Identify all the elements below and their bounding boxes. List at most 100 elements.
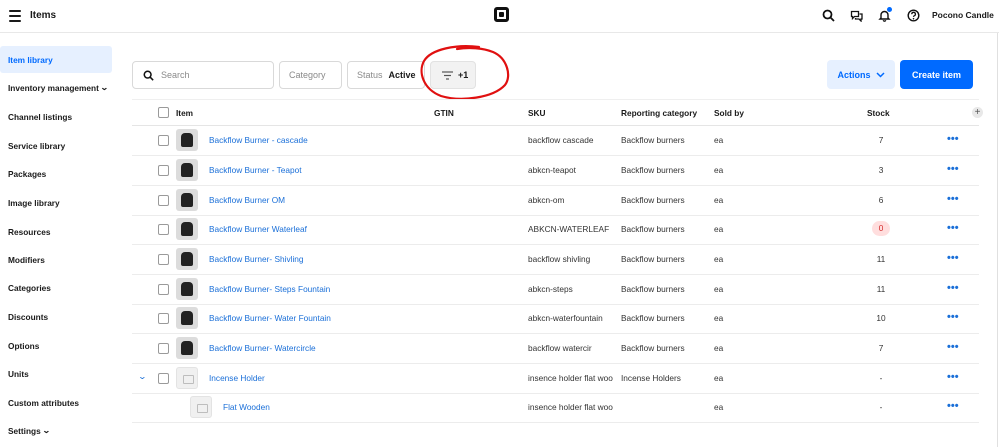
chevron-down-icon[interactable]: ⌄	[138, 372, 147, 381]
sidebar-item-item-library[interactable]: Item library	[0, 46, 112, 73]
search-icon[interactable]	[822, 9, 835, 22]
select-all-checkbox[interactable]	[158, 107, 169, 118]
more-options-icon[interactable]: •••	[947, 371, 959, 383]
sidebar-item-units[interactable]: Units	[0, 360, 112, 387]
sold-by-cell: ea	[714, 224, 724, 234]
chat-icon[interactable]	[850, 9, 863, 22]
more-options-icon[interactable]: •••	[947, 341, 959, 353]
sku-cell: insence holder flat woo	[528, 402, 613, 412]
row-checkbox[interactable]	[158, 195, 169, 206]
sold-by-cell: ea	[714, 402, 724, 412]
category-filter-label: Category	[289, 70, 326, 80]
table-row[interactable]: ⌄ Incense Holder insence holder flat woo In…	[132, 364, 979, 394]
item-name-link[interactable]: Backflow Burner - cascade	[209, 135, 419, 145]
add-column-icon[interactable]: +	[972, 107, 983, 118]
help-icon[interactable]	[907, 9, 920, 22]
sidebar-item-discounts[interactable]: Discounts	[0, 303, 112, 330]
item-name-link[interactable]: Flat Wooden	[223, 402, 433, 412]
sold-by-cell: ea	[714, 165, 724, 175]
sold-by-cell: ea	[714, 313, 724, 323]
create-item-button[interactable]: Create item	[900, 60, 973, 89]
sidebar-item-settings[interactable]: Settings ⌄	[0, 417, 112, 444]
item-name-link[interactable]: Backflow Burner- Steps Fountain	[209, 284, 419, 294]
item-name-link[interactable]: Backflow Burner Waterleaf	[209, 224, 419, 234]
more-options-icon[interactable]: •••	[947, 163, 959, 175]
bell-icon[interactable]	[878, 7, 892, 22]
create-item-label: Create item	[911, 69, 962, 80]
sidebar-item-label: Item library	[8, 54, 53, 65]
column-item[interactable]: Item	[176, 108, 193, 118]
row-checkbox[interactable]	[158, 284, 169, 295]
item-name-link[interactable]: Incense Holder	[209, 373, 419, 383]
column-sku[interactable]: SKU	[528, 108, 546, 118]
stock-cell-alert: 0	[872, 221, 890, 236]
sidebar-item-options[interactable]: Options	[0, 332, 112, 359]
more-options-icon[interactable]: •••	[947, 282, 959, 294]
table-row[interactable]: Backflow Burner- Shivling backflow shivli…	[132, 245, 979, 275]
table-row[interactable]: Backflow Burner OM abkcn-om Backflow burne…	[132, 186, 979, 216]
sidebar-item-resources[interactable]: Resources	[0, 218, 112, 245]
status-filter-label: Status	[357, 70, 383, 80]
more-options-icon[interactable]: •••	[947, 133, 959, 145]
item-name-link[interactable]: Backflow Burner- Watercircle	[209, 343, 419, 353]
store-name[interactable]: Pocono Candle	[932, 10, 994, 20]
sidebar-item-service-library[interactable]: Service library	[0, 132, 112, 159]
item-name-link[interactable]: Backflow Burner OM	[209, 195, 419, 205]
stock-cell: 10	[876, 313, 886, 323]
row-checkbox[interactable]	[158, 165, 169, 176]
stock-cell: -	[879, 402, 883, 412]
row-checkbox[interactable]	[158, 254, 169, 265]
sidebar-item-modifiers[interactable]: Modifiers	[0, 246, 112, 273]
sidebar-item-custom-attributes[interactable]: Custom attributes	[0, 389, 112, 416]
search-icon	[143, 70, 154, 81]
sidebar-item-label: Discounts	[8, 311, 49, 322]
sku-cell: abkcn-steps	[528, 284, 573, 294]
more-options-icon[interactable]: •••	[947, 400, 959, 412]
sku-cell: insence holder flat woo	[528, 373, 613, 383]
sidebar-item-label: Categories	[8, 282, 51, 293]
status-filter[interactable]: Status Active	[347, 61, 425, 89]
item-name-link[interactable]: Backflow Burner- Water Fountain	[209, 313, 419, 323]
sidebar-item-packages[interactable]: Packages	[0, 160, 112, 187]
notification-badge	[887, 7, 892, 12]
item-name-link[interactable]: Backflow Burner - Teapot	[209, 165, 419, 175]
row-checkbox[interactable]	[158, 343, 169, 354]
table-row[interactable]: Backflow Burner - Teapot abkcn-teapot Back…	[132, 156, 979, 186]
sidebar-item-label: Packages	[8, 168, 47, 179]
reporting-category-cell: Backflow burners	[621, 224, 685, 234]
sidebar-item-image-library[interactable]: Image library	[0, 189, 112, 216]
item-name-link[interactable]: Backflow Burner- Shivling	[209, 254, 419, 264]
more-options-icon[interactable]: •••	[947, 193, 959, 205]
row-checkbox[interactable]	[158, 313, 169, 324]
table-row[interactable]: Backflow Burner- Watercircle backflow wat…	[132, 334, 979, 364]
column-stock[interactable]: Stock	[867, 108, 890, 118]
sold-by-cell: ea	[714, 373, 724, 383]
menu-icon[interactable]	[9, 10, 21, 22]
column-reporting-category[interactable]: Reporting category	[621, 108, 697, 118]
search-input[interactable]: Search	[132, 61, 274, 89]
reporting-category-cell: Backflow burners	[621, 165, 685, 175]
more-options-icon[interactable]: •••	[947, 311, 959, 323]
table-row[interactable]: Backflow Burner- Steps Fountain abkcn-ste…	[132, 275, 979, 305]
sidebar-item-label: Settings	[8, 425, 41, 436]
variant-row[interactable]: Flat Wooden insence holder flat woo ea - •••	[132, 393, 979, 423]
sidebar-item-label: Image library	[8, 197, 60, 208]
column-sold-by[interactable]: Sold by	[714, 108, 744, 118]
row-checkbox[interactable]	[158, 373, 169, 384]
more-options-icon[interactable]: •••	[947, 222, 959, 234]
category-filter[interactable]: Category	[279, 61, 342, 89]
actions-button[interactable]: Actions	[827, 60, 895, 89]
sidebar-item-label: Resources	[8, 226, 51, 237]
table-row[interactable]: Backflow Burner- Water Fountain abkcn-wat…	[132, 304, 979, 334]
table-row[interactable]: Backflow Burner - cascade backflow cascad…	[132, 126, 979, 156]
square-logo-icon[interactable]	[494, 7, 509, 22]
sidebar-item-channel-listings[interactable]: Channel listings	[0, 103, 112, 130]
sidebar-item-inventory-management[interactable]: Inventory management ⌄	[0, 74, 112, 101]
row-checkbox[interactable]	[158, 224, 169, 235]
table-row[interactable]: Backflow Burner Waterleaf ABKCN-WATERLEAF…	[132, 215, 979, 245]
row-checkbox[interactable]	[158, 135, 169, 146]
more-options-icon[interactable]: •••	[947, 252, 959, 264]
item-thumbnail	[176, 337, 198, 359]
column-gtin[interactable]: GTIN	[434, 108, 454, 118]
sidebar-item-categories[interactable]: Categories	[0, 274, 112, 301]
